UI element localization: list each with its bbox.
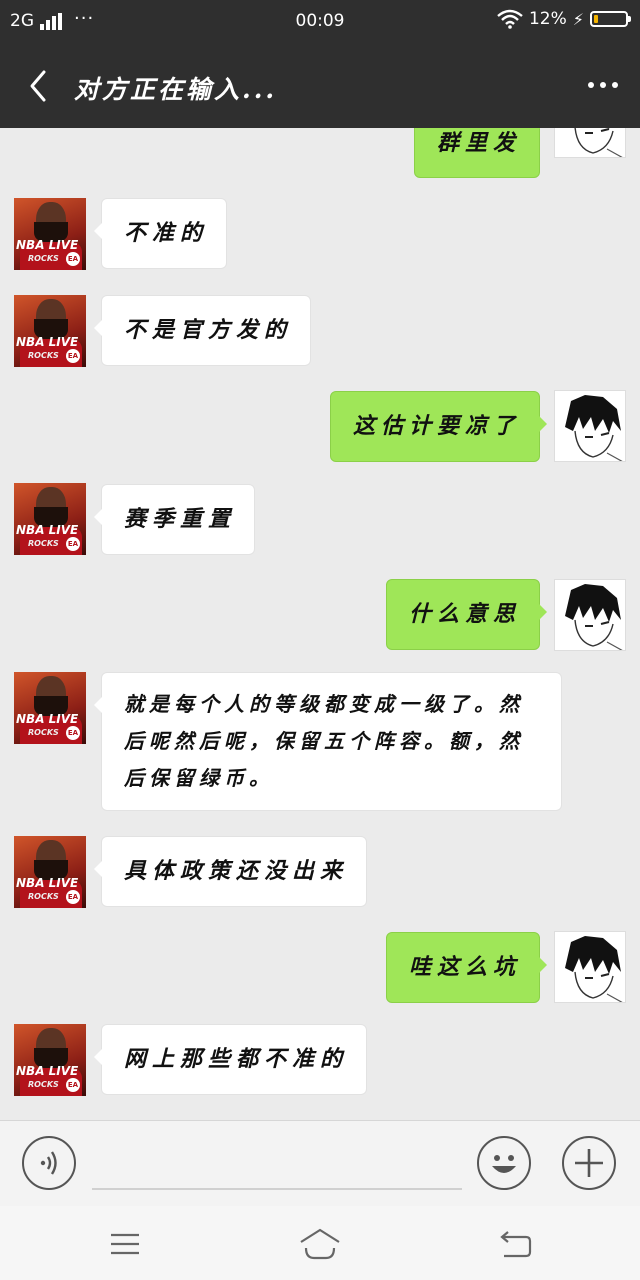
message-input[interactable] [92,1188,462,1190]
nba-live-avatar[interactable]: NBA LIVE ROCKS EA [14,836,86,908]
status-bar: 2G ··· 00:09 12% ⚡ [0,0,640,44]
nba-live-avatar[interactable]: NBA LIVE ROCKS EA [14,1024,86,1096]
avatar-logo-text: NBA LIVE [16,712,79,726]
avatar-sub-text: ROCKS [28,539,59,548]
message-incoming: NBA LIVE ROCKS EA 不准的 [0,198,640,270]
nba-live-avatar[interactable]: NBA LIVE ROCKS EA [14,295,86,367]
anime-avatar-art [565,395,623,461]
ea-badge: EA [66,349,80,363]
avatar-logo-text: NBA LIVE [16,238,79,252]
avatar-logo-text: NBA LIVE [16,523,79,537]
input-bar [0,1120,640,1206]
nba-live-avatar[interactable]: NBA LIVE ROCKS EA [14,483,86,555]
avatar-sub-text: ROCKS [28,728,59,737]
back-icon[interactable] [496,1224,536,1264]
message-outgoing: 群里发 [0,128,640,178]
ea-badge: EA [66,890,80,904]
emoji-icon[interactable] [477,1136,531,1190]
avatar-sub-text: ROCKS [28,892,59,901]
message-incoming: NBA LIVE ROCKS EA 网上那些都不准的 [0,1024,640,1096]
menu-icon[interactable] [105,1224,145,1264]
message-outgoing: 哇这么坑 [0,931,640,1003]
avatar-logo-text: NBA LIVE [16,876,79,890]
message-incoming: NBA LIVE ROCKS EA 不是官方发的 [0,295,640,367]
chat-area[interactable]: 群里发 NBA LIVE ROCKS EA 不准的 NBA LIVE ROCKS… [0,128,640,1120]
avatar-logo-text: NBA LIVE [16,335,79,349]
message-outgoing: 什么意思 [0,579,640,651]
avatar-sub-text: ROCKS [28,351,59,360]
anime-avatar[interactable] [554,579,626,651]
message-bubble[interactable]: 什么意思 [385,579,548,650]
nba-live-avatar[interactable]: NBA LIVE ROCKS EA [14,198,86,270]
title-bar: 对方正在输入... [0,44,640,128]
message-bubble[interactable]: 具体政策还没出来 [93,836,368,907]
chat-title: 对方正在输入... [74,75,278,104]
voice-icon[interactable] [22,1136,76,1190]
ea-badge: EA [66,1078,80,1092]
message-incoming: NBA LIVE ROCKS EA 具体政策还没出来 [0,836,640,908]
avatar-sub-text: ROCKS [28,254,59,263]
message-bubble[interactable]: 这估计要凉了 [329,391,548,462]
battery-level [594,15,598,23]
message-incoming: NBA LIVE ROCKS EA 就是每个人的等级都变成一级了。然后呢然后呢，… [0,672,640,812]
back-arrow-icon[interactable] [22,66,62,106]
anime-avatar-art [565,584,623,650]
plus-icon[interactable] [562,1136,616,1190]
top-bar: 2G ··· 00:09 12% ⚡ 对方正在输入... [0,0,640,128]
message-bubble[interactable]: 不是官方发的 [93,295,312,366]
message-bubble[interactable]: 赛季重置 [93,484,256,555]
message-outgoing: 这估计要凉了 [0,390,640,462]
anime-avatar[interactable] [554,931,626,1003]
charging-icon: ⚡ [572,9,584,29]
message-bubble[interactable]: 就是每个人的等级都变成一级了。然后呢然后呢，保留五个阵容。额，然后保留绿币。 [94,672,562,811]
ea-badge: EA [66,537,80,551]
message-bubble[interactable]: 不准的 [93,198,228,269]
avatar-sub-text: ROCKS [28,1080,59,1089]
anime-avatar[interactable] [554,128,626,158]
avatar-logo-text: NBA LIVE [16,1064,79,1078]
message-bubble[interactable]: 哇这么坑 [385,932,548,1003]
anime-avatar-art [565,936,623,1002]
battery-percent: 12% [528,9,567,29]
system-nav-bar [0,1206,640,1280]
ea-badge: EA [66,252,80,266]
message-bubble[interactable]: 网上那些都不准的 [93,1024,368,1095]
home-icon[interactable] [298,1224,342,1264]
battery-icon [590,11,631,27]
nba-live-avatar[interactable]: NBA LIVE ROCKS EA [14,672,86,744]
more-dots-icon[interactable] [588,82,618,88]
wifi-icon [497,9,523,29]
ea-badge: EA [66,726,80,740]
anime-avatar[interactable] [554,390,626,462]
message-bubble[interactable]: 群里发 [413,128,548,178]
anime-avatar-art [574,128,623,157]
message-incoming: NBA LIVE ROCKS EA 赛季重置 [0,483,640,555]
